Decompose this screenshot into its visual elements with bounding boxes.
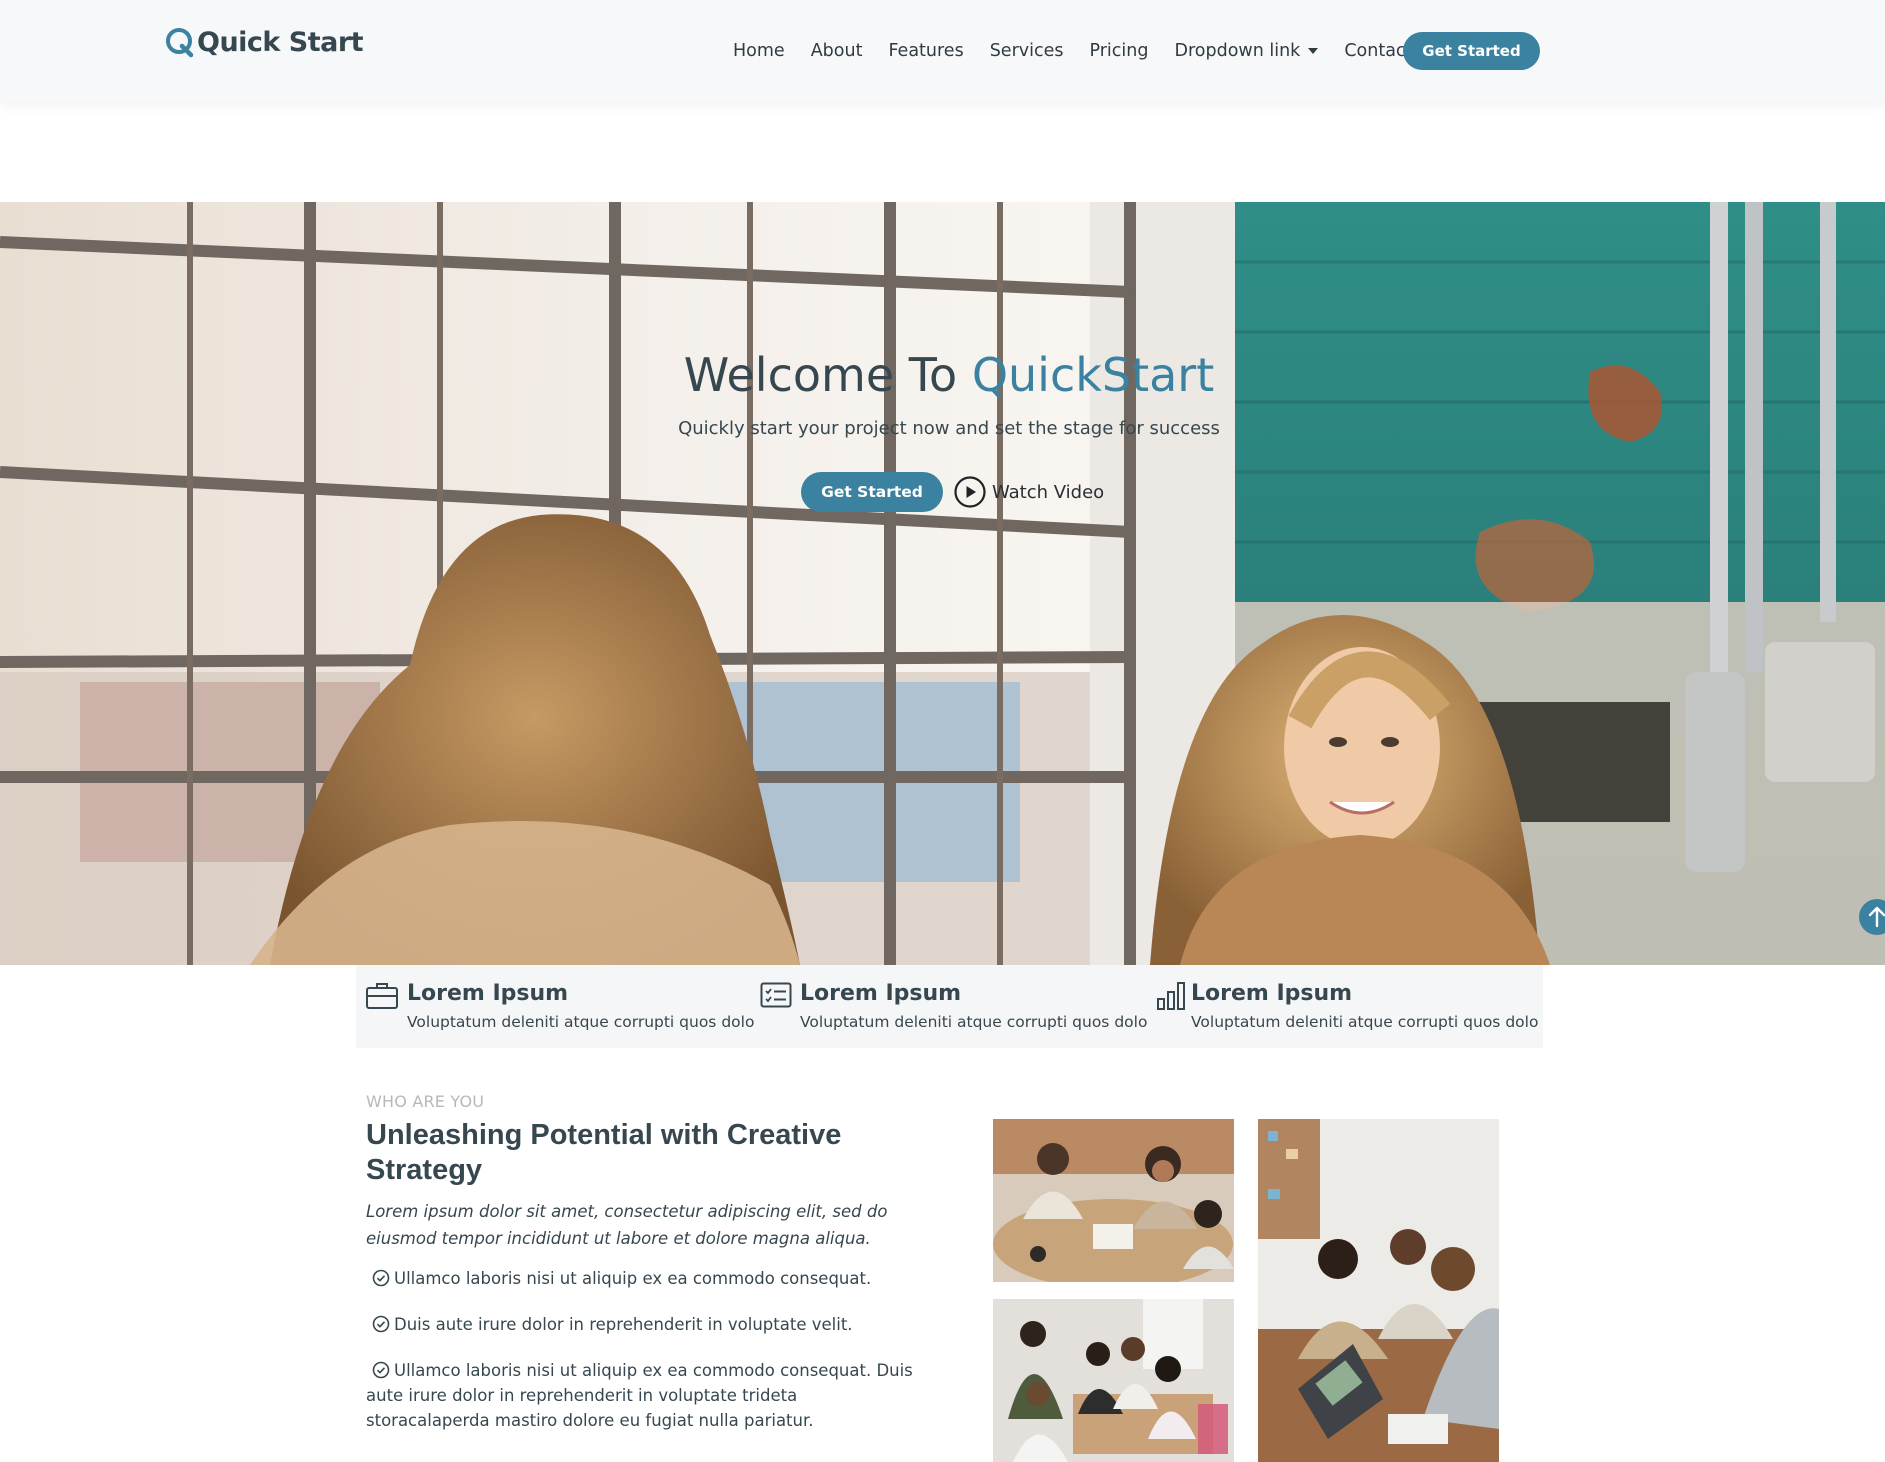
hero-get-started-button[interactable]: Get Started: [801, 472, 943, 512]
watch-video-label: Watch Video: [992, 481, 1105, 503]
caret-down-icon: [1308, 48, 1319, 54]
nav-dropdown-label: Dropdown link: [1174, 41, 1301, 61]
feature-item: Lorem Ipsum Voluptatum deleniti atque co…: [356, 965, 760, 1048]
section-lead: Lorem ipsum dolor sit amet, consectetur …: [366, 1202, 888, 1248]
check-circle-icon: [372, 1315, 390, 1333]
watch-video-link[interactable]: Watch Video: [954, 476, 1104, 508]
list-item-text: Duis aute irure dolor in reprehenderit i…: [394, 1315, 853, 1334]
hero-title-prefix: Welcome To: [683, 348, 972, 402]
nav-home[interactable]: Home: [733, 41, 785, 61]
logo[interactable]: Quick Start: [164, 26, 364, 58]
main-nav: Home About Features Services Pricing Dro…: [720, 32, 1425, 70]
hero-title-accent: QuickStart: [971, 348, 1215, 402]
feature-item: Lorem Ipsum Voluptatum deleniti atque co…: [760, 965, 1156, 1048]
header-get-started-button[interactable]: Get Started: [1403, 32, 1540, 70]
team-workshop-photo: [993, 1299, 1234, 1462]
feature-title: Lorem Ipsum: [407, 981, 569, 1006]
check-list: Ullamco laboris nisi ut aliquip ex ea co…: [366, 1266, 926, 1454]
list-item-text: Ullamco laboris nisi ut aliquip ex ea co…: [394, 1269, 872, 1288]
feature-desc: Voluptatum deleniti atque corrupti quos …: [407, 1013, 755, 1031]
hero-background-image: [0, 202, 1885, 965]
check-circle-icon: [372, 1361, 390, 1379]
hero-subtitle: Quickly start your project now and set t…: [678, 418, 1220, 439]
hero-section: Welcome To QuickStart Quickly start your…: [0, 202, 1885, 965]
section-label: WHO ARE YOU: [366, 1092, 485, 1111]
list-item: Ullamco laboris nisi ut aliquip ex ea co…: [366, 1358, 926, 1433]
nav-features[interactable]: Features: [888, 41, 963, 61]
nav-pricing[interactable]: Pricing: [1089, 41, 1148, 61]
card-checklist-icon: [760, 982, 792, 1008]
scroll-to-top-button[interactable]: [1859, 899, 1885, 935]
briefcase-icon: [366, 983, 398, 1009]
feature-desc: Voluptatum deleniti atque corrupti quos …: [800, 1013, 1148, 1031]
logo-q-icon: [166, 28, 194, 58]
check-circle-icon: [372, 1269, 390, 1287]
nav-dropdown[interactable]: Dropdown link: [1174, 41, 1319, 61]
play-circle-icon: [954, 476, 986, 508]
list-item: Ullamco laboris nisi ut aliquip ex ea co…: [366, 1266, 926, 1291]
list-item-text: Ullamco laboris nisi ut aliquip ex ea co…: [366, 1361, 913, 1430]
section-title: Unleashing Potential with Creative Strat…: [366, 1119, 842, 1186]
list-item: Duis aute irure dolor in reprehenderit i…: [366, 1312, 926, 1337]
hero-actions: Get Started Watch Video: [801, 472, 1104, 512]
feature-strip: Lorem Ipsum Voluptatum deleniti atque co…: [356, 965, 1543, 1048]
arrow-up-icon: [1868, 906, 1885, 928]
hero-title: Welcome To QuickStart: [0, 348, 1885, 402]
site-header: Quick Start Home About Features Services…: [0, 0, 1885, 102]
nav-about[interactable]: About: [811, 41, 863, 61]
nav-services[interactable]: Services: [990, 41, 1064, 61]
bar-chart-icon: [1157, 982, 1185, 1010]
team-meeting-photo: [993, 1119, 1234, 1282]
feature-title: Lorem Ipsum: [1191, 981, 1353, 1006]
feature-title: Lorem Ipsum: [800, 981, 962, 1006]
feature-item: Lorem Ipsum Voluptatum deleniti atque co…: [1156, 965, 1543, 1048]
feature-desc: Voluptatum deleniti atque corrupti quos …: [1191, 1013, 1539, 1031]
logo-text: Quick Start: [197, 26, 364, 58]
team-laptop-photo: [1258, 1119, 1499, 1462]
